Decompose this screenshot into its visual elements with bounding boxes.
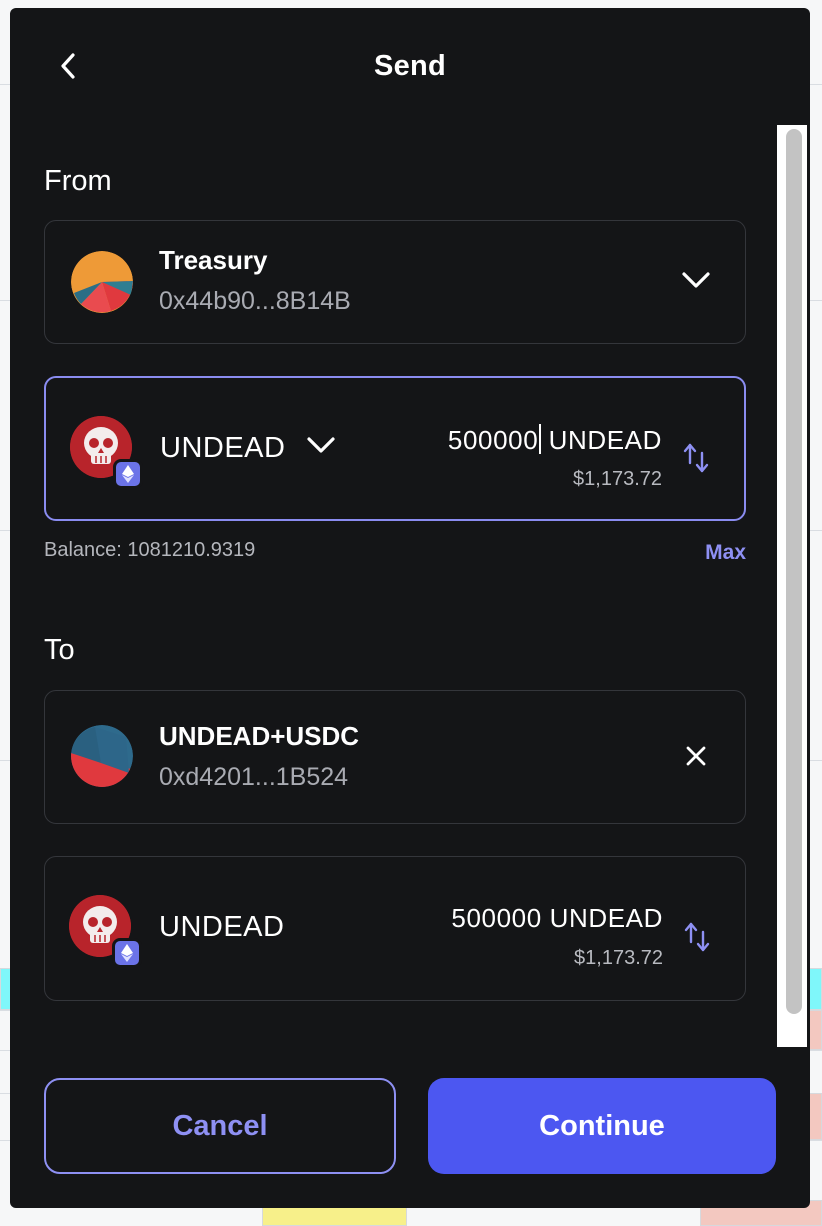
from-account-name: Treasury	[159, 245, 268, 275]
ethereum-icon	[113, 459, 143, 489]
to-amount-card: UNDEAD 500000 UNDEAD $1,173.72	[44, 856, 746, 1001]
to-token-name: UNDEAD	[159, 911, 285, 943]
from-token-selector[interactable]: UNDEAD	[160, 432, 336, 465]
amount-value: 500000	[451, 903, 542, 933]
to-account-address: 0xd4201...1B524	[159, 763, 349, 791]
treasury-avatar	[71, 251, 133, 313]
to-amount-display: 500000 UNDEAD	[451, 903, 663, 934]
chevron-down-icon	[307, 437, 335, 453]
amount-unit: UNDEAD	[548, 425, 662, 455]
from-label: From	[44, 165, 112, 197]
swap-vertical-icon[interactable]	[682, 442, 710, 474]
to-label: To	[44, 634, 75, 666]
to-fiat-value: $1,173.72	[574, 947, 663, 969]
max-button[interactable]: Max	[705, 541, 746, 565]
ethereum-icon	[112, 938, 142, 968]
from-account-address: 0x44b90...8B14B	[159, 287, 351, 315]
undead-usdc-avatar	[71, 725, 133, 787]
dialog-header: Send	[10, 8, 810, 126]
continue-button[interactable]: Continue	[428, 1078, 776, 1174]
from-amount-card: UNDEAD 500000 UNDEAD $1,173.72	[44, 376, 746, 521]
from-fiat-value: $1,173.72	[573, 468, 662, 490]
balance-text: Balance: 1081210.9319	[44, 539, 256, 561]
amount-value: 500000	[447, 425, 539, 455]
cancel-button[interactable]: Cancel	[44, 1078, 396, 1174]
chevron-down-icon	[682, 272, 710, 288]
to-account-name: UNDEAD+USDC	[159, 721, 360, 751]
swap-vertical-icon[interactable]	[683, 921, 711, 953]
page-title: Send	[373, 50, 447, 82]
close-icon[interactable]	[685, 745, 707, 767]
text-cursor	[539, 424, 541, 454]
send-dialog: Send From Treasury 0x44b90...8B14B UNDEA…	[10, 8, 810, 1208]
to-account-card: UNDEAD+USDC 0xd4201...1B524	[44, 690, 746, 824]
from-amount-input[interactable]: 500000 UNDEAD	[448, 424, 662, 456]
from-account-selector[interactable]: Treasury 0x44b90...8B14B	[44, 220, 746, 344]
from-token-name: UNDEAD	[160, 432, 286, 464]
scrollbar-thumb[interactable]	[786, 129, 802, 1014]
amount-unit: UNDEAD	[549, 903, 663, 933]
